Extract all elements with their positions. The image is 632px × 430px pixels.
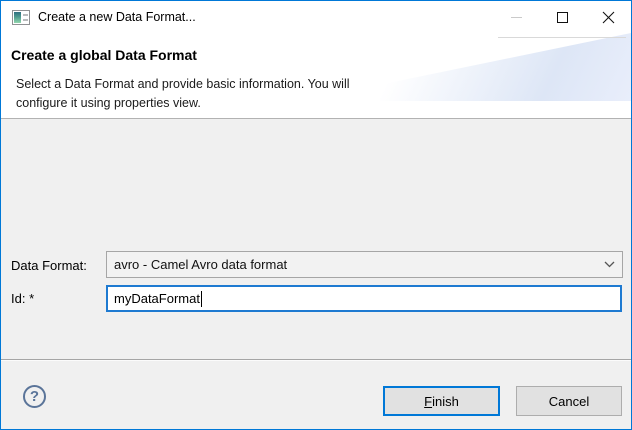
banner-gradient-decoration — [301, 33, 631, 101]
description-line-1: Select a Data Format and provide basic i… — [16, 77, 350, 91]
id-input[interactable]: myDataFormat — [106, 285, 622, 312]
page-title: Create a global Data Format — [11, 47, 197, 63]
minimize-button — [493, 1, 539, 33]
id-input-value: myDataFormat — [114, 291, 200, 306]
maximize-button[interactable] — [539, 1, 585, 33]
page-description: Select a Data Format and provide basic i… — [16, 75, 350, 113]
cancel-label: Cancel — [549, 394, 589, 409]
maximize-square-icon — [557, 12, 568, 23]
window-title: Create a new Data Format... — [38, 10, 196, 24]
titlebar[interactable]: Create a new Data Format... — [1, 1, 631, 33]
help-button[interactable]: ? — [23, 385, 46, 408]
banner-divider-line — [498, 37, 626, 38]
create-data-format-dialog: Create a new Data Format... Create a glo… — [0, 0, 632, 430]
data-format-label: Data Format: — [11, 258, 87, 273]
data-format-selected-value: avro - Camel Avro data format — [114, 257, 596, 272]
button-bar: ? Finish Cancel — [1, 359, 631, 429]
close-x-icon — [602, 11, 615, 24]
chevron-down-icon[interactable] — [596, 261, 622, 268]
finish-mnemonic: F — [424, 394, 432, 409]
data-format-combo[interactable]: avro - Camel Avro data format — [106, 251, 623, 278]
id-label: Id: * — [11, 291, 34, 306]
form-body: Data Format: avro - Camel Avro data form… — [1, 120, 631, 359]
wizard-window-icon — [12, 10, 30, 25]
wizard-header: Create a global Data Format Select a Dat… — [1, 33, 631, 119]
text-caret — [201, 291, 202, 307]
finish-button[interactable]: Finish — [383, 386, 500, 416]
finish-label-rest: inish — [432, 394, 459, 409]
description-line-2: configure it using properties view. — [16, 96, 201, 110]
close-button[interactable] — [585, 1, 631, 33]
cancel-button[interactable]: Cancel — [516, 386, 622, 416]
question-mark-icon: ? — [30, 388, 39, 405]
minimize-dash-icon — [511, 17, 522, 18]
